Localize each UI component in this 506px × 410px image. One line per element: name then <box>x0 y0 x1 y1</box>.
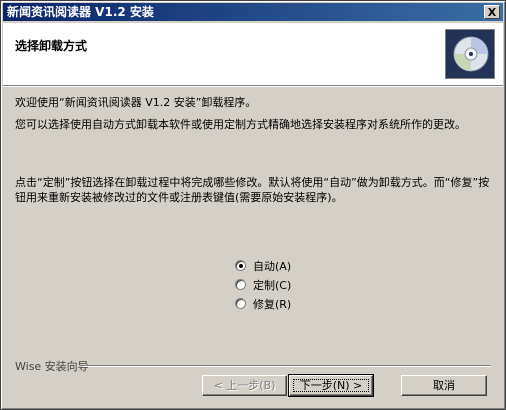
radio-custom[interactable] <box>235 279 246 290</box>
wizard-brand: Wise 安装向导 <box>15 360 89 373</box>
description-text: 您可以选择使用自动方式卸载本软件或使用定制方式精确地选择安装程序对系统所作的更改… <box>15 118 466 131</box>
radio-repair[interactable] <box>235 298 246 309</box>
instructions-text: 点击“定制”按钮选择在卸载过程中将完成哪些修改。默认将使用“自动”做为卸载方式。… <box>15 176 490 204</box>
footer-separator <box>83 365 491 367</box>
option-repair-label: 修复(R) <box>253 297 292 311</box>
wizard-header: 选择卸载方式 <box>3 23 503 86</box>
uninstall-mode-group: 自动(A) 定制(C) 修复(R) <box>235 256 291 313</box>
radio-auto[interactable] <box>235 260 246 271</box>
option-repair[interactable]: 修复(R) <box>235 294 291 313</box>
cd-disc-icon <box>445 29 495 79</box>
window-title: 新闻资讯阅读器 V1.2 安装 <box>7 5 154 19</box>
close-button[interactable]: X <box>484 5 500 19</box>
title-bar[interactable]: 新闻资讯阅读器 V1.2 安装 X <box>3 3 503 21</box>
header-separator <box>3 86 503 87</box>
welcome-text: 欢迎使用“新闻资讯阅读器 V1.2 安装”卸载程序。 <box>15 96 257 109</box>
option-custom-label: 定制(C) <box>253 278 292 292</box>
cancel-button[interactable]: 取消 <box>401 375 487 396</box>
option-custom[interactable]: 定制(C) <box>235 275 291 294</box>
focus-rect <box>293 379 369 392</box>
installer-window: 新闻资讯阅读器 V1.2 安装 X 选择卸载方式 欢迎使用“新闻资讯阅读器 V1… <box>0 0 506 410</box>
back-button[interactable]: < 上一步(B) <box>202 375 287 396</box>
option-auto-label: 自动(A) <box>253 259 292 273</box>
next-button[interactable]: 下一步(N) > <box>288 374 374 397</box>
page-title: 选择卸载方式 <box>15 39 88 53</box>
option-auto[interactable]: 自动(A) <box>235 256 291 275</box>
